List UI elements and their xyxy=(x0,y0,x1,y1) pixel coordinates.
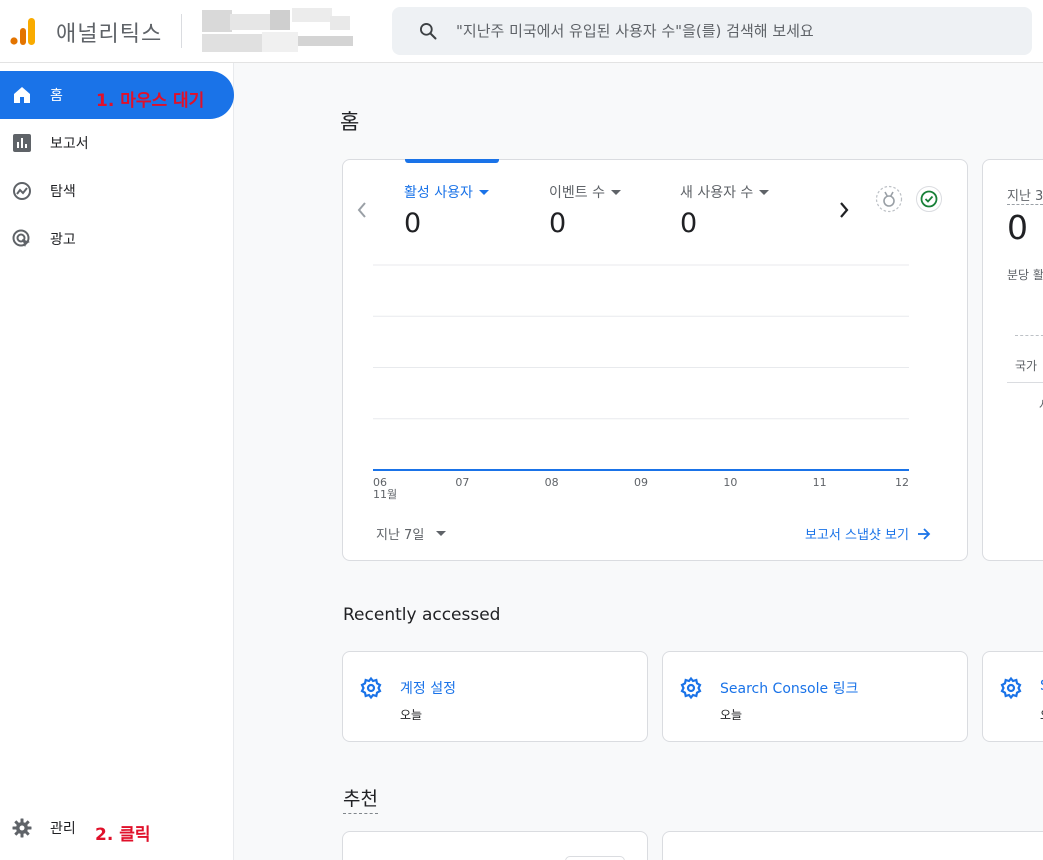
x-tick-label: 11 xyxy=(813,476,827,489)
search-icon xyxy=(420,23,437,40)
sidebar-item-label: 탐색 xyxy=(50,184,76,200)
settings-gear-icon xyxy=(1000,676,1022,700)
account-selector-blurred[interactable] xyxy=(200,8,375,56)
realtime-country-header: 국가 xyxy=(1015,359,1038,373)
gear-icon xyxy=(12,818,32,838)
metric-value: 0 xyxy=(549,208,567,239)
check-circle-icon[interactable] xyxy=(915,185,943,213)
realtime-value: 0 xyxy=(1007,208,1028,247)
realtime-subtitle: 분당 활 xyxy=(1007,268,1043,282)
sidebar-item-label: 홈 xyxy=(50,88,63,104)
recent-item-search-console[interactable]: Search Console 링크 오늘 xyxy=(662,651,968,742)
metric-active-users[interactable]: 활성 사용자 0 xyxy=(404,182,489,239)
recent-item-account-settings[interactable]: 계정 설정 오늘 xyxy=(342,651,648,742)
snapshot-link-label: 보고서 스냅샷 보기 xyxy=(805,528,909,543)
sidebar-item-ads[interactable]: 광고 xyxy=(0,215,234,263)
ads-icon xyxy=(12,229,30,247)
realtime-text-fragment: 사 xyxy=(1039,396,1043,413)
recommendation-card[interactable] xyxy=(342,831,648,860)
top-bar: 애널리틱스 xyxy=(0,0,1043,63)
home-icon xyxy=(14,87,30,103)
explore-icon xyxy=(13,182,31,200)
recent-item-third[interactable]: S 오 xyxy=(982,651,1043,742)
recommendations-title[interactable]: 추천 xyxy=(343,784,378,814)
date-range-selector[interactable]: 지난 7일 xyxy=(376,524,447,543)
metric-label: 활성 사용자 xyxy=(404,185,473,201)
arrow-right-icon xyxy=(917,527,931,540)
metric-new-users[interactable]: 새 사용자 수 0 xyxy=(680,182,770,239)
metric-value: 0 xyxy=(680,208,698,239)
recent-item-title: 계정 설정 xyxy=(400,681,456,697)
search-input[interactable] xyxy=(456,7,1016,55)
active-users-line-chart: 06 07 08 09 10 11 1211월 xyxy=(373,264,909,501)
sidebar-item-label: 관리 xyxy=(50,821,76,837)
caret-down-icon xyxy=(436,531,447,536)
divider xyxy=(1007,382,1043,383)
recent-item-title: Search Console 링크 xyxy=(720,681,859,697)
settings-gear-icon xyxy=(360,676,382,700)
recommendation-chip[interactable] xyxy=(565,856,625,860)
date-range-label: 지난 7일 xyxy=(376,528,425,543)
realtime-title[interactable]: 지난 3 xyxy=(1007,185,1043,205)
annotation-click: 2. 클릭 xyxy=(95,825,151,845)
metric-event-count[interactable]: 이벤트 수 0 xyxy=(549,182,621,239)
annotation-hover: 1. 마우스 대기 xyxy=(96,91,205,111)
x-tick-label: 07 xyxy=(455,476,469,489)
metrics-card: 활성 사용자 0 이벤트 수 0 새 사용자 수 0 06 07 08 09 10 11 1… xyxy=(342,159,968,561)
caret-down-icon xyxy=(478,189,489,195)
bar-chart-icon xyxy=(13,134,31,152)
insights-medal-icon[interactable] xyxy=(875,185,903,213)
page-title: 홈 xyxy=(340,110,360,134)
realtime-card: 지난 3 0 분당 활 국가 사 xyxy=(982,159,1043,561)
metric-label: 새 사용자 수 xyxy=(680,185,754,201)
caret-down-icon xyxy=(759,189,770,195)
recent-item-date: 오늘 xyxy=(720,708,743,722)
sidebar: 홈 보고서 탐색 광고 관리 xyxy=(0,63,234,860)
search-bar[interactable] xyxy=(392,7,1032,55)
sidebar-item-label: 보고서 xyxy=(50,136,89,152)
x-month-label: 11월 xyxy=(373,488,397,501)
metric-value: 0 xyxy=(404,208,422,239)
recently-accessed-title: Recently accessed xyxy=(343,605,501,625)
realtime-chart-placeholder xyxy=(1015,335,1043,336)
chevron-left-icon[interactable] xyxy=(355,200,369,220)
settings-gear-icon xyxy=(680,676,702,700)
x-tick-label: 09 xyxy=(634,476,648,489)
active-tab-indicator xyxy=(405,159,499,163)
x-tick-label: 12 xyxy=(895,476,909,489)
metric-label: 이벤트 수 xyxy=(549,185,605,201)
title-divider xyxy=(181,14,182,48)
sidebar-item-explore[interactable]: 탐색 xyxy=(0,167,234,215)
caret-down-icon xyxy=(610,189,621,195)
view-report-snapshot-link[interactable]: 보고서 스냅샷 보기 xyxy=(805,524,931,543)
x-tick-label: 08 xyxy=(545,476,559,489)
sidebar-item-reports[interactable]: 보고서 xyxy=(0,119,234,167)
recent-item-date: 오늘 xyxy=(400,708,423,722)
sidebar-item-label: 광고 xyxy=(50,232,76,248)
app-title[interactable]: 애널리틱스 xyxy=(56,16,162,48)
x-tick-label: 10 xyxy=(723,476,737,489)
recommendation-card[interactable] xyxy=(662,831,1043,860)
chevron-right-icon[interactable] xyxy=(837,200,851,220)
analytics-logo-icon[interactable] xyxy=(10,16,36,46)
